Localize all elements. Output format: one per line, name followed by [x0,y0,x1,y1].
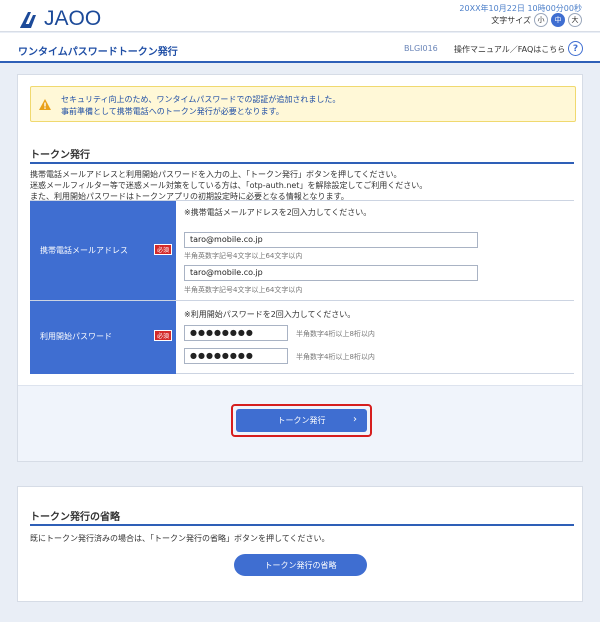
password-row-label: 利用開始パスワード 必須 [30,301,176,374]
token-issue-panel: セキュリティ向上のため、ワンタイムパスワードでの認証が追加されました。 事前準備… [17,74,583,462]
email-label: 携帯電話メールアドレス [40,246,128,255]
page-title: ワンタイムパスワードトークン発行 [18,47,178,58]
font-size-switcher: 文字サイズ 小 中 大 [491,13,582,27]
ja-logo-mark-icon [20,12,36,28]
email-sub-hint-1: 半角英数字記号4文字以上64文字以内 [184,252,303,260]
font-size-medium-button[interactable]: 中 [551,13,565,27]
token-skip-heading: トークン発行の省略 [30,512,120,523]
password-sub-hint-2: 半角数字4桁以上8桁以内 [296,353,375,361]
token-skip-panel: トークン発行の省略 既にトークン発行済みの場合は、「トークン発行の省略」ボタンを… [17,486,583,602]
section-divider [30,162,574,164]
ja-logo[interactable]: JAOO [18,7,102,30]
email-sub-hint-2: 半角英数字記号4文字以上64文字以内 [184,286,303,294]
font-size-large-button[interactable]: 大 [568,13,582,27]
notice-line-2: 事前準備として携帯電話へのトークン発行が必要となります。 [61,107,284,116]
question-circle-icon[interactable]: ? [568,41,583,56]
section-divider [30,524,574,526]
font-size-label: 文字サイズ [491,15,531,25]
password-sub-hint-1: 半角数字4桁以上8桁以内 [296,330,375,338]
logo-text: JAOO [44,7,102,30]
font-size-small-button[interactable]: 小 [534,13,548,27]
token-issue-desc-2: 迷惑メールフィルター等で迷惑メール対策をしている方は、「otp-auth.net… [30,181,428,190]
token-issue-desc-1: 携帯電話メールアドレスと利用開始パスワードを入力の上、「トークン発行」ボタンを押… [30,170,402,179]
token-skip-desc: 既にトークン発行済みの場合は、「トークン発行の省略」ボタンを押してください。 [30,534,330,543]
required-badge: 必須 [154,244,172,255]
global-header: JAOO 20XX年10月22日 10時00分00秒 文字サイズ 小 中 大 [0,0,600,32]
issue-button-area: トークン発行 › [18,385,582,461]
token-issue-button[interactable]: トークン発行 › [236,409,367,432]
token-issue-form: 携帯電話メールアドレス 必須 ※携帯電話メールアドレスを2回入力してください。 … [30,200,574,374]
screen-id: BLGI016 [404,44,438,53]
security-notice: セキュリティ向上のため、ワンタイムパスワードでの認証が追加されました。 事前準備… [30,86,576,122]
token-issue-heading: トークン発行 [30,150,90,161]
manual-faq-link[interactable]: 操作マニュアル／FAQはこちら [454,44,565,55]
email-row-label: 携帯電話メールアドレス 必須 [30,201,176,300]
token-issue-button-label: トークン発行 [277,416,326,425]
token-skip-button[interactable]: トークン発行の省略 [234,554,367,576]
email-confirm-field[interactable]: taro@mobile.co.jp [184,265,478,281]
chevron-right-icon: › [353,414,357,425]
password-confirm-field[interactable]: ●●●●●●●● [184,348,288,364]
password-hint: ※利用開始パスワードを2回入力してください。 [184,310,356,319]
email-hint: ※携帯電話メールアドレスを2回入力してください。 [184,208,372,217]
page-titlebar: ワンタイムパスワードトークン発行 BLGI016 操作マニュアル／FAQはこちら… [0,33,600,63]
password-field[interactable]: ●●●●●●●● [184,325,288,341]
required-badge: 必須 [154,330,172,341]
issue-button-highlight: トークン発行 › [231,404,372,437]
password-label: 利用開始パスワード [40,332,112,341]
notice-line-1: セキュリティ向上のため、ワンタイムパスワードでの認証が追加されました。 [61,95,341,104]
email-field[interactable]: taro@mobile.co.jp [184,232,478,248]
warning-icon [39,99,51,110]
